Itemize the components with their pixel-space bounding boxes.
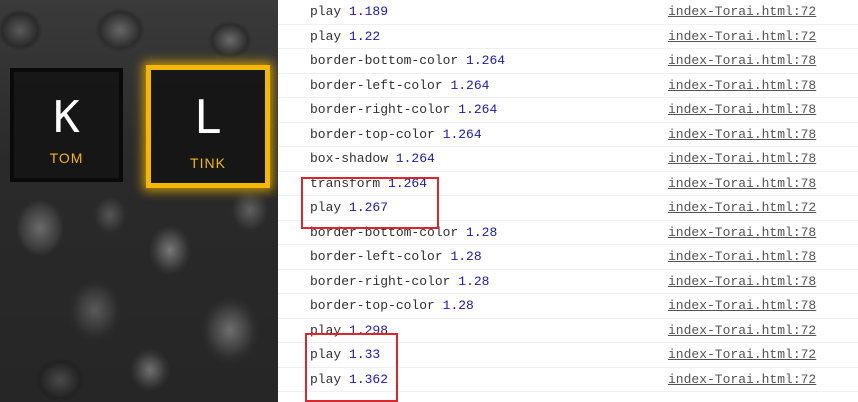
console-message: box-shadow 1.264 <box>310 151 435 166</box>
console-row: border-top-color 1.28 index-Torai.html:78 <box>278 294 858 319</box>
console-log-panel: play 1.189 index-Torai.html:72 play 1.22 i… <box>278 0 858 402</box>
source-link[interactable]: index-Torai.html:78 <box>668 221 816 245</box>
console-row: play 1.267 index-Torai.html:72 <box>278 196 858 221</box>
console-message: play 1.189 <box>310 4 389 19</box>
console-message: border-top-color 1.28 <box>310 298 474 313</box>
console-message: play 1.267 <box>310 200 389 215</box>
console-message: play 1.22 <box>310 28 381 44</box>
console-message: border-left-color 1.28 <box>310 249 482 264</box>
console-message: play 1.362 <box>310 371 389 387</box>
key-letter: L <box>194 90 222 144</box>
console-row: play 1.22 index-Torai.html:72 <box>278 25 858 49</box>
source-link[interactable]: index-Torai.html:78 <box>668 147 816 171</box>
console-message: transform 1.264 <box>310 175 428 191</box>
console-row: play 1.362 index-Torai.html:72 <box>278 368 858 392</box>
drum-key-l-playing[interactable]: L TINK <box>146 65 270 188</box>
source-link[interactable]: index-Torai.html:78 <box>668 49 816 73</box>
source-link[interactable]: index-Torai.html:78 <box>668 123 816 147</box>
console-row: border-bottom-color 1.264 index-Torai.htm… <box>278 49 858 74</box>
source-link[interactable]: index-Torai.html:78 <box>668 270 816 294</box>
console-message: play 1.298 <box>310 322 389 338</box>
console-row: transform 1.264 index-Torai.html:78 <box>278 172 858 196</box>
source-link[interactable]: index-Torai.html:72 <box>668 0 816 24</box>
source-link[interactable]: index-Torai.html:72 <box>668 368 816 392</box>
console-row: border-right-color 1.28 index-Torai.html:… <box>278 270 858 294</box>
console-message: border-left-color 1.264 <box>310 77 490 93</box>
console-row: play 1.298 index-Torai.html:72 <box>278 319 858 343</box>
console-message: border-top-color 1.264 <box>310 126 482 142</box>
source-link[interactable]: index-Torai.html:78 <box>668 245 816 269</box>
source-link[interactable]: index-Torai.html:72 <box>668 343 816 367</box>
source-link[interactable]: index-Torai.html:78 <box>668 172 816 196</box>
console-row: border-top-color 1.264 index-Torai.html:7… <box>278 123 858 147</box>
source-link[interactable]: index-Torai.html:78 <box>668 294 816 318</box>
key-letter: K <box>53 92 80 143</box>
console-message: border-right-color 1.264 <box>310 102 498 117</box>
console-message: border-bottom-color 1.28 <box>310 224 498 240</box>
source-link[interactable]: index-Torai.html:78 <box>668 98 816 122</box>
key-sound-label: TINK <box>190 155 226 171</box>
console-message: border-right-color 1.28 <box>310 273 490 289</box>
console-row: play 1.33 index-Torai.html:72 <box>278 343 858 368</box>
console-row: border-left-color 1.28 index-Torai.html:7… <box>278 245 858 270</box>
key-sound-label: TOM <box>49 150 84 166</box>
drum-key-k[interactable]: K TOM <box>10 68 123 182</box>
console-row: box-shadow 1.264 index-Torai.html:78 <box>278 147 858 172</box>
console-message: border-bottom-color 1.264 <box>310 53 506 68</box>
console-row: border-left-color 1.264 index-Torai.html:… <box>278 74 858 98</box>
console-row: play 1.189 index-Torai.html:72 <box>278 0 858 25</box>
crowd-photo-background: K TOM L TINK <box>0 0 278 402</box>
console-message: play 1.33 <box>310 347 381 362</box>
console-row: border-right-color 1.264 index-Torai.html… <box>278 98 858 123</box>
console-row: border-bottom-color 1.28 index-Torai.html… <box>278 221 858 245</box>
source-link[interactable]: index-Torai.html:72 <box>668 319 816 343</box>
source-link[interactable]: index-Torai.html:78 <box>668 74 816 98</box>
source-link[interactable]: index-Torai.html:72 <box>668 196 816 220</box>
source-link[interactable]: index-Torai.html:72 <box>668 25 816 49</box>
